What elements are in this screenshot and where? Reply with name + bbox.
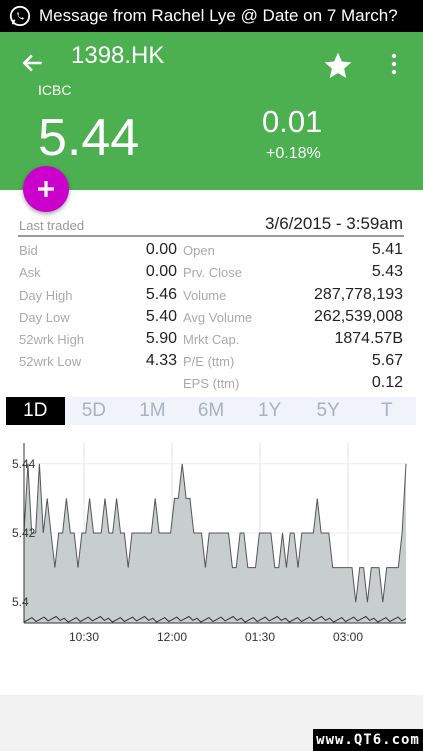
bid-label: Bid: [19, 243, 38, 258]
y-tick-label: 5.44: [12, 457, 36, 471]
ask-value: 0.00: [145, 263, 177, 280]
market-cap-label: Mrkt Cap.: [183, 332, 240, 347]
divider: [18, 235, 404, 237]
tab-1m[interactable]: 1M: [123, 397, 182, 425]
price-change-percent: +0.18%: [266, 145, 321, 162]
52wk-high-label: 52wrk High: [19, 332, 85, 347]
day-low-label: Day Low: [19, 310, 70, 325]
avg-volume-label: Avg Volume: [183, 310, 253, 325]
bid-value: 0.00: [145, 241, 177, 258]
price-change: 0.01: [262, 104, 323, 139]
add-fab[interactable]: [23, 166, 69, 212]
pe-label: P/E (ttm): [183, 354, 235, 369]
open-value: 5.41: [371, 241, 403, 258]
52wk-low-label: 52wrk Low: [19, 354, 82, 369]
last-traded-value: 3/6/2015 - 3:59am: [265, 214, 403, 233]
eps-label: EPS (ttm): [183, 376, 240, 391]
day-high-label: Day High: [19, 288, 73, 303]
stock-symbol: 1398.HK: [71, 42, 165, 69]
prev-close-label: Prv. Close: [183, 265, 242, 280]
tab-1y[interactable]: 1Y: [240, 397, 299, 425]
tab-t[interactable]: T: [357, 397, 416, 425]
x-tick-label: 12:00: [157, 630, 187, 644]
y-tick-label: 5.4: [12, 595, 29, 609]
tab-6m[interactable]: 6M: [182, 397, 241, 425]
volume-value: 287,778,193: [314, 286, 403, 303]
quote-header: 1398.HK ICBC 5.44 0.01 +0.18%: [0, 32, 423, 190]
range-tabs: 1D 5D 1M 6M 1Y 5Y T: [6, 397, 416, 425]
52wk-high-value: 5.90: [145, 330, 177, 347]
open-label: Open: [183, 243, 215, 258]
x-tick-label: 10:30: [69, 630, 99, 644]
plus-icon: [38, 181, 54, 197]
company-name: ICBC: [38, 82, 72, 98]
market-cap-value: 1874.57B: [334, 330, 403, 347]
prev-close-value: 5.43: [371, 263, 403, 280]
stats-card: Last traded 3/6/2015 - 3:59am Bid 0.00 A…: [0, 190, 423, 695]
volume-label: Volume: [183, 288, 227, 303]
back-arrow-icon[interactable]: [20, 50, 46, 76]
day-high-value: 5.46: [145, 286, 177, 303]
last-traded-label: Last traded: [19, 218, 85, 233]
notification-bar[interactable]: Message from Rachel Lye @ Date on 7 Marc…: [0, 0, 423, 32]
watermark: www.QT6.com: [313, 729, 423, 751]
y-tick-label: 5.42: [12, 526, 36, 540]
ask-label: Ask: [19, 265, 41, 280]
x-tick-label: 03:00: [333, 630, 363, 644]
pe-value: 5.67: [371, 352, 403, 369]
notification-text: Message from Rachel Lye @ Date on 7 Marc…: [39, 6, 398, 25]
last-price: 5.44: [38, 109, 140, 167]
eps-value: 0.12: [371, 374, 403, 391]
x-tick-label: 01:30: [245, 630, 275, 644]
tab-5d[interactable]: 5D: [65, 397, 124, 425]
tab-5y[interactable]: 5Y: [299, 397, 358, 425]
tab-1d[interactable]: 1D: [6, 397, 65, 425]
star-icon[interactable]: [322, 50, 354, 82]
price-chart[interactable]: 5.44 5.42 5.4 10:30 12:00 01:30 03:00: [0, 435, 423, 665]
whatsapp-icon: [9, 5, 31, 27]
day-low-value: 5.40: [145, 308, 177, 325]
screen: Message from Rachel Lye @ Date on 7 Marc…: [0, 0, 423, 751]
overflow-menu-icon[interactable]: [386, 52, 402, 76]
avg-volume-value: 262,539,008: [314, 308, 403, 325]
52wk-low-value: 4.33: [145, 352, 177, 369]
